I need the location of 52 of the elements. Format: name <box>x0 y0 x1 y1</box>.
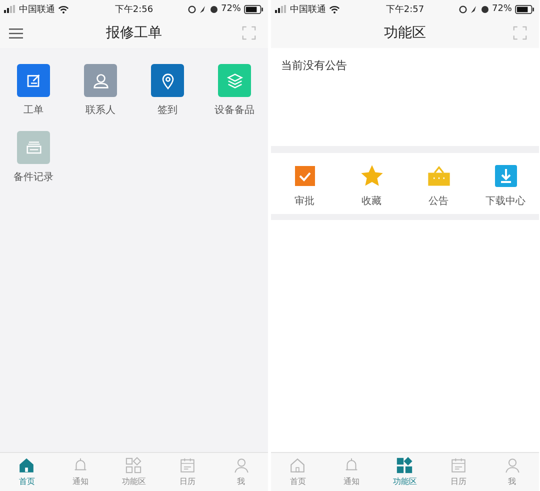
app-tile-icon[interactable] <box>17 131 50 164</box>
scan-icon[interactable] <box>242 26 256 40</box>
app-label: 设备备品 <box>214 104 254 117</box>
tab-item[interactable]: 通知 <box>324 453 378 491</box>
app-label: 联系人 <box>86 104 116 117</box>
tab-item[interactable]: 功能区 <box>107 453 161 491</box>
app-tile-icon[interactable] <box>151 64 184 97</box>
battery-percent: 72% <box>220 4 241 14</box>
battery-icon <box>244 4 264 14</box>
status-icons <box>458 4 489 14</box>
calendar-icon <box>450 457 468 474</box>
person-icon <box>504 457 521 474</box>
tab-item[interactable]: 首页 <box>271 453 325 491</box>
calendar-icon <box>179 457 196 474</box>
status-icons <box>188 4 218 14</box>
carrier-name: 中国联通 <box>290 4 326 16</box>
function-label: 公告 <box>428 194 448 208</box>
tab-item[interactable]: 我 <box>485 453 539 491</box>
tab-item[interactable]: 首页 <box>0 453 54 491</box>
page-title: 功能区 <box>384 24 426 42</box>
tab-item[interactable]: 日历 <box>432 453 486 491</box>
signal-icon <box>4 5 16 13</box>
function-label: 收藏 <box>362 194 382 208</box>
wifi-icon <box>58 4 69 14</box>
home-icon <box>18 457 36 474</box>
home-icon <box>289 457 306 474</box>
tab-item[interactable]: 日历 <box>160 453 214 491</box>
tab-item[interactable]: 功能区 <box>378 453 432 491</box>
grid-icon <box>396 457 414 474</box>
scan-icon[interactable] <box>513 26 527 40</box>
battery-icon <box>515 4 535 14</box>
notice-text: 当前没有公告 <box>281 59 347 72</box>
app-label: 备件记录 <box>14 171 54 184</box>
function-label: 下载中心 <box>486 194 526 208</box>
app-tile-icon[interactable] <box>84 64 117 97</box>
battery-percent: 72% <box>492 4 512 14</box>
status-time: 下午2:56 <box>114 4 154 16</box>
wifi-icon <box>329 4 340 14</box>
menu-icon[interactable] <box>9 28 23 39</box>
app-tile-icon[interactable] <box>17 64 50 97</box>
app-label: 签到 <box>158 104 178 117</box>
grid-icon <box>125 457 142 474</box>
function-label: 审批 <box>294 194 314 208</box>
carrier-name: 中国联通 <box>19 4 55 16</box>
app-label: 工单 <box>24 104 44 117</box>
person-icon <box>232 457 250 474</box>
app-tile-icon[interactable] <box>218 64 251 97</box>
tab-item[interactable]: 我 <box>214 453 268 491</box>
signal-icon <box>275 5 287 13</box>
page-title: 报修工单 <box>106 24 162 42</box>
status-time: 下午2:57 <box>386 4 424 16</box>
tab-item[interactable]: 通知 <box>54 453 108 491</box>
